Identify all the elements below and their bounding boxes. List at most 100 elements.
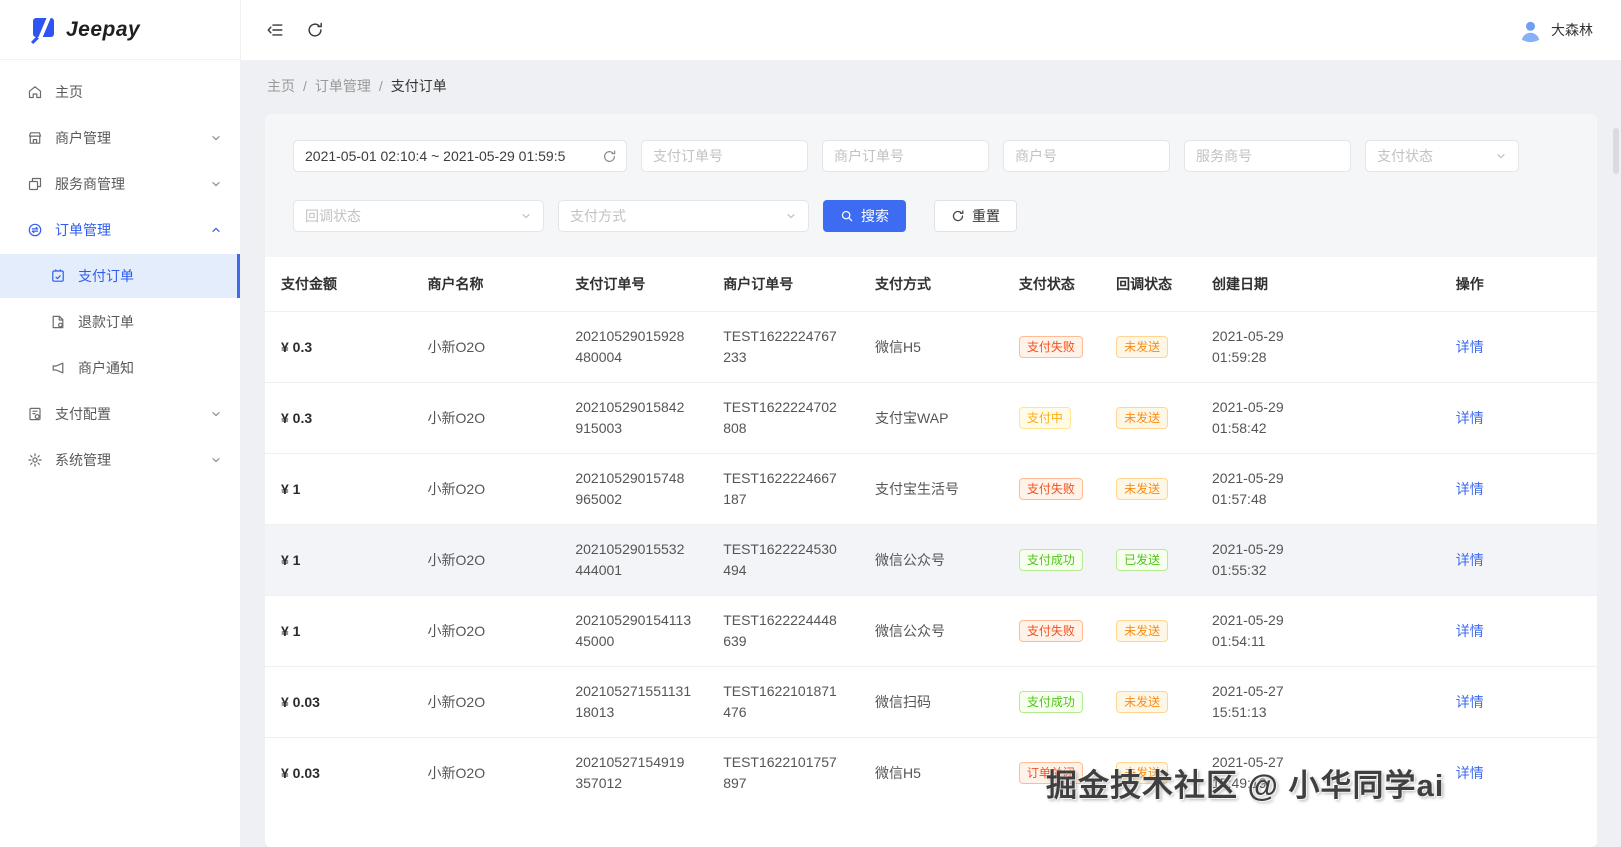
merchant-cell: 小新O2O [411, 524, 560, 596]
sidebar-item-isv-mgmt[interactable]: 服务商管理 [0, 162, 240, 206]
col-mch-order-no: 商户订单号 [723, 276, 794, 292]
merchant-cell: 小新O2O [411, 595, 560, 667]
col-amount: 支付金额 [281, 276, 337, 292]
reload-icon[interactable] [306, 21, 324, 39]
pay-status-badge: 支付中 [1018, 407, 1071, 429]
created-cell: 2021-05-29 01:58:42 [1196, 382, 1440, 454]
select-placeholder: 支付方式 [570, 208, 626, 224]
avatar [1518, 18, 1543, 43]
user-menu[interactable]: 大森林 [1518, 18, 1593, 43]
search-button[interactable]: 搜索 [823, 200, 906, 232]
sidebar-menu: 主页 商户管理 服务商管理 订单管理 支付订单 退款订单 商户通知 支付配置 系… [0, 60, 240, 482]
pay-order-no-cell: 20210527155113118013 [559, 666, 708, 738]
table-row: ¥ 0.3 小新O2O 20210529015928480004 TEST162… [265, 311, 1597, 383]
sidebar-item-merchant-mgmt[interactable]: 商户管理 [0, 116, 240, 160]
search-icon [840, 209, 854, 223]
pay-order-no-cell: 20210529015842915003 [559, 382, 708, 454]
menu-fold-icon[interactable] [266, 21, 284, 39]
search-button-label: 搜索 [861, 208, 889, 224]
merchant-cell: 小新O2O [411, 666, 560, 738]
sidebar-item-merchant-notify[interactable]: 商户通知 [0, 346, 240, 390]
mch-order-no-cell: TEST1622224448639 [707, 595, 860, 667]
col-pay-status: 支付状态 [1018, 276, 1075, 292]
date-range-picker[interactable] [293, 140, 627, 172]
notify-status-badge: 未发送 [1116, 336, 1169, 358]
pay-way-cell: 支付宝生活号 [859, 453, 1003, 525]
transaction-icon [27, 222, 43, 238]
chevron-down-icon [210, 178, 222, 190]
brand-logo[interactable]: Jeepay [0, 0, 240, 60]
pay-config-icon [27, 406, 43, 422]
sidebar-item-order-mgmt[interactable]: 订单管理 [0, 208, 240, 252]
mch-order-no-cell: TEST1622224667187 [707, 453, 860, 525]
sidebar-item-pay-config[interactable]: 支付配置 [0, 392, 240, 436]
sidebar-item-label: 商户管理 [55, 130, 111, 146]
mch-no-field[interactable] [1003, 140, 1170, 172]
table-row: ¥ 0.03 小新O2O 20210527155113118013 TEST16… [265, 666, 1597, 738]
sidebar-item-home[interactable]: 主页 [0, 70, 240, 114]
detail-link[interactable]: 详情 [1456, 694, 1484, 710]
isv-no-field[interactable] [1184, 140, 1351, 172]
pay-way-cell: 支付宝WAP [859, 382, 1003, 454]
detail-link[interactable]: 详情 [1456, 552, 1484, 568]
pay-order-no-field[interactable] [641, 140, 808, 172]
chevron-down-icon [210, 408, 222, 420]
scrollbar-thumb[interactable] [1613, 128, 1619, 174]
detail-link[interactable]: 详情 [1456, 339, 1484, 355]
created-cell: 2021-05-29 01:54:11 [1196, 595, 1440, 667]
detail-link[interactable]: 详情 [1456, 410, 1484, 426]
app-window: Jeepay 主页 商户管理 服务商管理 订单管理 支付订单 退款订单 商户通知… [0, 0, 1621, 847]
notify-status-select[interactable]: 回调状态 [293, 200, 544, 232]
date-range-input[interactable] [294, 141, 602, 171]
mch-order-no-input[interactable] [823, 141, 988, 171]
select-placeholder: 支付状态 [1377, 148, 1433, 164]
pay-order-no-input[interactable] [642, 141, 807, 171]
reset-button-label: 重置 [972, 208, 1000, 224]
sidebar-item-label: 退款订单 [78, 314, 134, 330]
mch-no-input[interactable] [1004, 141, 1169, 171]
detail-link[interactable]: 详情 [1456, 765, 1484, 781]
detail-link[interactable]: 详情 [1456, 481, 1484, 497]
isv-no-input[interactable] [1185, 141, 1350, 171]
sidebar-item-refund-orders[interactable]: 退款订单 [0, 300, 240, 344]
pay-way-cell: 微信扫码 [859, 666, 1003, 738]
created-cell: 2021-05-29 01:57:48 [1196, 453, 1440, 525]
detail-link[interactable]: 详情 [1456, 623, 1484, 639]
sidebar-item-pay-orders[interactable]: 支付订单 [0, 254, 240, 298]
sidebar-item-label: 系统管理 [55, 452, 111, 468]
pay-status-select[interactable]: 支付状态 [1365, 140, 1519, 172]
sidebar-item-label: 服务商管理 [55, 176, 125, 192]
breadcrumb-order-mgmt[interactable]: 订单管理 [315, 76, 371, 96]
sidebar-item-system-mgmt[interactable]: 系统管理 [0, 438, 240, 482]
sidebar: Jeepay 主页 商户管理 服务商管理 订单管理 支付订单 退款订单 商户通知… [0, 0, 241, 847]
merchant-cell: 小新O2O [411, 453, 560, 525]
chevron-down-icon [785, 210, 797, 222]
sidebar-item-label: 支付配置 [55, 406, 111, 422]
pay-way-select[interactable]: 支付方式 [558, 200, 809, 232]
created-cell: 2021-05-29 01:59:28 [1196, 311, 1440, 383]
cluster-icon [27, 176, 43, 192]
mch-order-no-field[interactable] [822, 140, 989, 172]
chevron-down-icon [210, 132, 222, 144]
pay-order-no-cell: 20210529015748965002 [559, 453, 708, 525]
reset-button[interactable]: 重置 [934, 200, 1017, 232]
amount-cell: ¥ 1 [265, 595, 412, 667]
table-row: ¥ 1 小新O2O 20210529015748965002 TEST16222… [265, 453, 1597, 525]
created-cell: 2021-05-29 01:55:32 [1196, 524, 1440, 596]
pay-status-badge: 支付失败 [1018, 336, 1083, 358]
username: 大森林 [1551, 22, 1593, 38]
table-row: ¥ 1 小新O2O 20210529015411345000 TEST16222… [265, 595, 1597, 667]
breadcrumb-separator: / [303, 78, 307, 94]
topbar: 大森林 [241, 0, 1621, 60]
breadcrumb-home[interactable]: 主页 [267, 76, 295, 96]
breadcrumb: 主页 / 订单管理 / 支付订单 [241, 60, 1621, 114]
shop-icon [27, 130, 43, 146]
pay-order-no-cell: 20210529015532444001 [559, 524, 708, 596]
table-header-row: 支付金额 商户名称 支付订单号 商户订单号 支付方式 支付状态 回调状态 创建日… [265, 257, 1597, 312]
amount-cell: ¥ 0.03 [265, 666, 412, 738]
sidebar-item-label: 商户通知 [78, 360, 134, 376]
created-cell: 2021-05-27 15:51:13 [1196, 666, 1440, 738]
pay-order-no-cell: 20210527154919357012 [559, 737, 708, 808]
megaphone-icon [50, 360, 66, 376]
sidebar-item-label: 支付订单 [78, 268, 134, 284]
